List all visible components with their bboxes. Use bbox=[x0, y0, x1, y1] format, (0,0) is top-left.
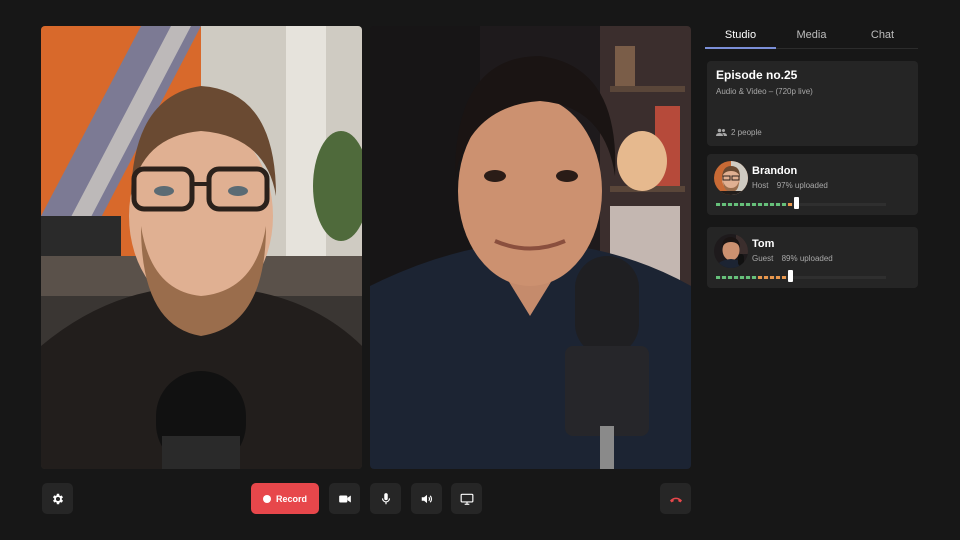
screen-share-button[interactable] bbox=[451, 483, 482, 514]
microphone-icon bbox=[381, 492, 390, 504]
upload-progress-segment bbox=[728, 203, 732, 206]
microphone-toggle-button[interactable] bbox=[370, 483, 401, 514]
phone-hangup-icon bbox=[669, 497, 682, 502]
tab-media[interactable]: Media bbox=[776, 25, 847, 48]
tab-studio[interactable]: Studio bbox=[705, 25, 776, 49]
video-tile-brandon[interactable] bbox=[41, 26, 362, 469]
participant-upload-status: 97% uploaded bbox=[776, 181, 828, 190]
upload-progress-segment bbox=[758, 276, 762, 279]
gear-icon bbox=[52, 493, 63, 504]
panel-tabs: Studio Media Chat bbox=[705, 25, 918, 49]
upload-progress-segment bbox=[782, 203, 786, 206]
upload-progress-segment bbox=[722, 276, 726, 279]
episode-title: Episode no.25 bbox=[716, 68, 798, 82]
record-button[interactable]: Record bbox=[251, 483, 319, 514]
upload-progress-segment bbox=[716, 276, 720, 279]
record-dot-icon bbox=[262, 494, 271, 503]
speaker-icon bbox=[421, 494, 432, 503]
video-feed-brandon bbox=[41, 26, 362, 469]
upload-progress-segment bbox=[746, 203, 750, 206]
upload-progress-segment bbox=[776, 276, 780, 279]
upload-progress-segment bbox=[764, 203, 768, 206]
tab-chat[interactable]: Chat bbox=[847, 25, 918, 48]
upload-progress-segment bbox=[728, 276, 732, 279]
upload-progress-segment bbox=[734, 276, 738, 279]
upload-progress-segment bbox=[716, 203, 720, 206]
camera-toggle-button[interactable] bbox=[329, 483, 360, 514]
upload-progress-segment bbox=[752, 276, 756, 279]
participant-card-brandon[interactable]: Brandon Host 97% uploaded bbox=[707, 154, 918, 215]
upload-progress-segment bbox=[764, 276, 768, 279]
participant-card-tom[interactable]: Tom Guest 89% uploaded bbox=[707, 227, 918, 288]
upload-progress-segment bbox=[740, 276, 744, 279]
upload-progress-segment bbox=[734, 203, 738, 206]
upload-progress-segment bbox=[788, 203, 792, 206]
upload-progress-segment bbox=[782, 276, 786, 279]
upload-progress-segment bbox=[740, 203, 744, 206]
upload-progress-segment bbox=[758, 203, 762, 206]
upload-progress-segment bbox=[770, 203, 774, 206]
upload-progress-handle[interactable] bbox=[787, 270, 793, 282]
participant-upload-status: 89% uploaded bbox=[781, 254, 833, 263]
people-icon bbox=[716, 128, 727, 136]
hang-up-button[interactable] bbox=[660, 483, 691, 514]
video-feed-tom bbox=[370, 26, 691, 469]
episode-card: Episode no.25 Audio & Video – (720p live… bbox=[707, 61, 918, 146]
record-label: Record bbox=[275, 493, 307, 504]
upload-progress-segment bbox=[746, 276, 750, 279]
settings-button[interactable] bbox=[42, 483, 73, 514]
upload-progress-segment bbox=[776, 203, 780, 206]
upload-progress-fill bbox=[716, 276, 786, 279]
upload-progress-fill bbox=[716, 203, 792, 206]
episode-subtitle: Audio & Video – (720p live) bbox=[716, 87, 813, 96]
speaker-toggle-button[interactable] bbox=[411, 483, 442, 514]
participant-name: Brandon bbox=[752, 165, 798, 177]
video-camera-icon bbox=[338, 495, 351, 502]
participant-meta: Guest 89% uploaded bbox=[752, 254, 833, 263]
upload-progress-handle[interactable] bbox=[793, 197, 799, 209]
upload-progress-segment bbox=[752, 203, 756, 206]
upload-progress-bar bbox=[716, 203, 886, 206]
participant-role: Host bbox=[752, 181, 769, 190]
participant-role: Guest bbox=[752, 254, 774, 263]
avatar bbox=[714, 161, 748, 195]
video-tile-tom[interactable] bbox=[370, 26, 691, 469]
upload-progress-segment bbox=[722, 203, 726, 206]
participant-meta: Host 97% uploaded bbox=[752, 181, 828, 190]
upload-progress-bar bbox=[716, 276, 886, 279]
avatar bbox=[714, 234, 748, 268]
monitor-icon bbox=[460, 493, 473, 505]
people-count-label: 2 people bbox=[731, 128, 762, 137]
upload-progress-segment bbox=[770, 276, 774, 279]
people-count: 2 people bbox=[716, 128, 762, 137]
participant-name: Tom bbox=[752, 238, 775, 250]
